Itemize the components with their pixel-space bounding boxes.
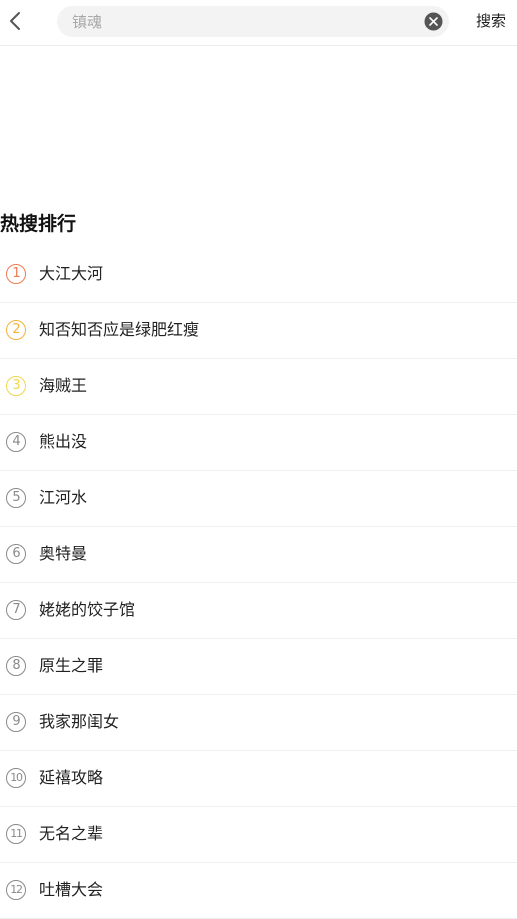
rank-badge: 5 — [6, 488, 26, 508]
hot-search-item-label: 姥姥的饺子馆 — [39, 600, 136, 619]
hot-search-item[interactable]: 10 延禧攻略 — [0, 751, 517, 807]
hot-search-item-label: 奥特曼 — [39, 544, 88, 563]
rank-badge: 12 — [6, 880, 26, 900]
hot-search-item-label: 海贼王 — [39, 376, 88, 395]
search-submit-button[interactable]: 搜索 — [470, 9, 512, 33]
hot-search-item-label: 江河水 — [39, 488, 88, 507]
hot-search-item-label: 知否知否应是绿肥红瘦 — [39, 320, 200, 339]
hot-search-item-label: 原生之罪 — [39, 656, 104, 675]
rank-badge: 2 — [6, 320, 26, 340]
hot-search-item[interactable]: 3 海贼王 — [0, 359, 517, 415]
hot-search-item-label: 延禧攻略 — [39, 768, 104, 787]
hot-search-item-label: 大江大河 — [39, 264, 104, 283]
hot-search-item[interactable]: 1 大江大河 — [0, 247, 517, 303]
hot-search-item[interactable]: 6 奥特曼 — [0, 527, 517, 583]
rank-badge: 10 — [6, 768, 26, 788]
rank-badge: 7 — [6, 600, 26, 620]
hot-search-item-label: 熊出没 — [39, 432, 88, 451]
hot-search-item[interactable]: 2 知否知否应是绿肥红瘦 — [0, 303, 517, 359]
rank-badge: 9 — [6, 712, 26, 732]
hot-search-title: 热搜排行 — [0, 213, 77, 235]
hot-search-list: 1 大江大河 2 知否知否应是绿肥红瘦 3 海贼王 4 熊出没 5 江河水 6 奥特曼 7 姥姥的饺子馆 8… — [0, 247, 517, 919]
hot-search-item[interactable]: 8 原生之罪 — [0, 639, 517, 695]
search-box[interactable] — [57, 6, 449, 37]
rank-badge: 8 — [6, 656, 26, 676]
rank-badge: 6 — [6, 544, 26, 564]
clear-circle-icon — [424, 12, 443, 31]
hot-search-item[interactable]: 5 江河水 — [0, 471, 517, 527]
rank-badge: 11 — [6, 824, 26, 844]
hot-search-item-label: 我家那闺女 — [39, 712, 120, 731]
search-input[interactable] — [72, 6, 412, 37]
rank-badge: 3 — [6, 376, 26, 396]
hot-search-item[interactable]: 7 姥姥的饺子馆 — [0, 583, 517, 639]
top-bar: 搜索 — [0, 0, 517, 46]
back-button[interactable] — [4, 8, 30, 34]
hot-search-item[interactable]: 9 我家那闺女 — [0, 695, 517, 751]
hot-search-item-label: 吐槽大会 — [39, 880, 104, 899]
hot-search-item-label: 无名之辈 — [39, 824, 104, 843]
hot-search-item[interactable]: 11 无名之辈 — [0, 807, 517, 863]
clear-search-button[interactable] — [424, 12, 443, 31]
chevron-left-icon — [10, 12, 20, 30]
rank-badge: 1 — [6, 264, 26, 284]
rank-badge: 4 — [6, 432, 26, 452]
hot-search-item[interactable]: 12 吐槽大会 — [0, 863, 517, 919]
hot-search-item[interactable]: 4 熊出没 — [0, 415, 517, 471]
